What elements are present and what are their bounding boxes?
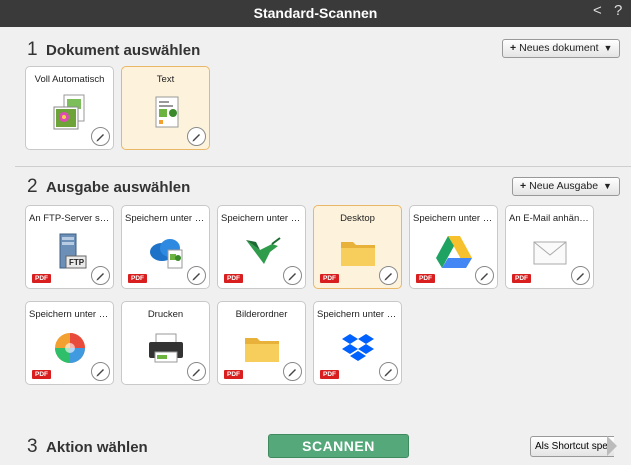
card-label: Speichern unter Mi...	[29, 309, 110, 320]
pdf-badge: PDF	[32, 370, 51, 379]
edit-button[interactable]	[283, 362, 302, 381]
title-bar: Standard-Scannen < ?	[0, 0, 631, 27]
dropbox-icon	[342, 334, 374, 361]
pdf-badge: PDF	[320, 274, 339, 283]
output-card-ftp[interactable]: An FTP-Server sen... FTP PDF	[25, 205, 114, 289]
chevron-down-icon: ▼	[603, 181, 612, 191]
chevron-down-icon: ▼	[603, 43, 613, 53]
pdf-badge: PDF	[128, 274, 147, 283]
output-card-desktop[interactable]: Desktop PDF	[313, 205, 402, 289]
save-shortcut-button[interactable]: Als Shortcut spei	[530, 436, 615, 457]
auto-document-icon	[53, 94, 85, 130]
folder-icon	[245, 338, 279, 362]
new-output-label: Neue Ausgabe	[529, 180, 599, 192]
back-button[interactable]: <	[593, 2, 602, 19]
output-card-email[interactable]: An E-Mail anhängen PDF	[505, 205, 594, 289]
pencil-icon	[192, 369, 200, 377]
output-card-onedrive[interactable]: Speichern unter O... PDF	[121, 205, 210, 289]
edit-button[interactable]	[91, 127, 110, 146]
card-label: Speichern unter O...	[125, 213, 206, 224]
card-label: An FTP-Server sen...	[29, 213, 110, 224]
document-card-text[interactable]: Text	[121, 66, 210, 150]
ftp-server-icon: FTP	[59, 233, 87, 269]
output-card-print[interactable]: Drucken	[121, 301, 210, 385]
card-label: Drucken	[147, 309, 184, 320]
pdf-badge: PDF	[320, 370, 339, 379]
section-3-heading: 3 Aktion wählen	[27, 436, 148, 458]
pencil-icon	[480, 273, 488, 281]
plus-icon: +	[520, 180, 527, 192]
edit-button[interactable]	[475, 266, 494, 285]
output-card-dropbox[interactable]: Speichern unter Dr... PDF	[313, 301, 402, 385]
pencil-icon	[96, 134, 104, 142]
help-button[interactable]: ?	[614, 2, 622, 19]
card-label: Voll Automatisch	[34, 74, 105, 85]
printer-icon	[149, 333, 183, 363]
edit-button[interactable]	[379, 266, 398, 285]
edit-button[interactable]	[91, 266, 110, 285]
section-2-number: 2	[27, 176, 38, 197]
card-label: Speichern unter G...	[413, 213, 494, 224]
card-label: An E-Mail anhängen	[509, 213, 590, 224]
card-label: Bilderordner	[235, 309, 288, 320]
output-card-sugarsync[interactable]: Speichern unter Su... PDF	[217, 205, 306, 289]
pdf-badge: PDF	[32, 274, 51, 283]
edit-button[interactable]	[379, 362, 398, 381]
edit-button[interactable]	[91, 362, 110, 381]
edit-button[interactable]	[571, 266, 590, 285]
card-label: Speichern unter Su...	[221, 213, 302, 224]
new-document-label: Neues dokument	[519, 42, 599, 54]
edit-button[interactable]	[283, 266, 302, 285]
section-2-label: Ausgabe auswählen	[46, 179, 191, 196]
pencil-icon	[288, 369, 296, 377]
pdf-badge: PDF	[224, 370, 243, 379]
section-divider	[15, 166, 631, 167]
plus-icon: +	[510, 42, 517, 54]
scan-button[interactable]: SCANNEN	[268, 434, 409, 458]
section-3-label: Aktion wählen	[46, 439, 148, 456]
text-document-icon	[155, 96, 179, 128]
pdf-badge: PDF	[416, 274, 435, 283]
pencil-icon	[96, 273, 104, 281]
google-drive-icon	[436, 236, 472, 268]
pencil-icon	[96, 369, 104, 377]
document-card-auto[interactable]: Voll Automatisch	[25, 66, 114, 150]
shortcut-arrow-icon	[607, 436, 617, 456]
pencil-icon	[192, 134, 200, 142]
pdf-badge: PDF	[512, 274, 531, 283]
section-1-label: Dokument auswählen	[46, 42, 201, 59]
card-label: Desktop	[340, 213, 375, 224]
output-card-photos[interactable]: Speichern unter Mi... PDF	[25, 301, 114, 385]
edit-button[interactable]	[187, 362, 206, 381]
pencil-icon	[384, 273, 392, 281]
folder-icon	[341, 242, 375, 266]
section-2-heading: 2 Ausgabe auswählen	[27, 176, 190, 198]
pencil-icon	[192, 273, 200, 281]
new-output-button[interactable]: + Neue Ausgabe ▼	[512, 177, 620, 196]
edit-button[interactable]	[187, 127, 206, 146]
window-title: Standard-Scannen	[253, 5, 378, 21]
onedrive-icon	[150, 239, 183, 269]
section-1-number: 1	[27, 39, 38, 60]
hummingbird-icon	[246, 237, 281, 264]
svg-text:FTP: FTP	[69, 258, 85, 267]
section-1-heading: 1 Dokument auswählen	[27, 39, 200, 61]
pencil-icon	[384, 369, 392, 377]
pencil-icon	[576, 273, 584, 281]
pencil-icon	[288, 273, 296, 281]
card-label: Text	[156, 74, 175, 85]
edit-button[interactable]	[187, 266, 206, 285]
output-card-pictures-folder[interactable]: Bilderordner PDF	[217, 301, 306, 385]
card-label: Speichern unter Dr...	[317, 309, 398, 320]
output-card-google-drive[interactable]: Speichern unter G... PDF	[409, 205, 498, 289]
email-icon	[533, 241, 567, 265]
photos-icon	[55, 333, 85, 363]
new-document-button[interactable]: + Neues dokument ▼	[502, 39, 621, 58]
section-3-number: 3	[27, 436, 38, 457]
pdf-badge: PDF	[224, 274, 243, 283]
